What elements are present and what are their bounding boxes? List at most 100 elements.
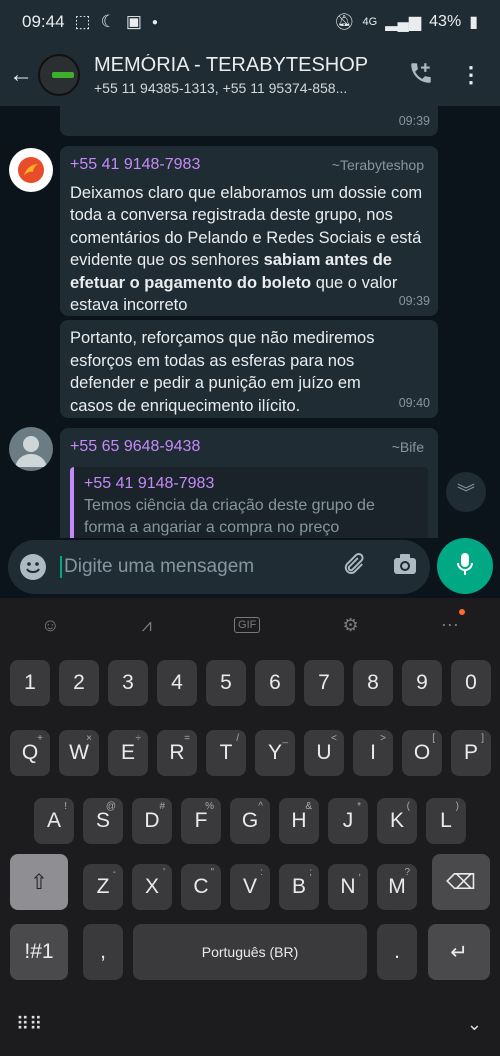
dot-icon: ● <box>151 16 158 28</box>
key-f[interactable]: F% <box>181 798 221 844</box>
key-k[interactable]: K( <box>377 798 417 844</box>
key-e-alt: ÷ <box>135 733 142 744</box>
key-3-label: 3 <box>122 671 134 694</box>
key-e[interactable]: E ÷ <box>108 730 148 776</box>
keyboard-grid-icon[interactable]: ⠿⠿ <box>16 1014 42 1035</box>
sender-phone[interactable]: +55 65 9648-9438 <box>70 436 428 459</box>
key-w[interactable]: W × <box>59 730 99 776</box>
key-v[interactable]: V: <box>230 864 270 910</box>
key-1[interactable]: 1 <box>10 660 50 706</box>
key-0[interactable]: 0 <box>451 660 491 706</box>
key-7[interactable]: 7 <box>304 660 344 706</box>
key-i[interactable]: I > <box>353 730 393 776</box>
key-p-alt: ] <box>481 733 484 744</box>
key-d[interactable]: D # <box>132 798 172 844</box>
key-x-alt: ' <box>163 867 165 878</box>
key-4[interactable]: 4 <box>157 660 197 706</box>
key-s[interactable]: S @ <box>83 798 123 844</box>
sender-pushname: ~Bife <box>391 439 424 455</box>
key-j-label: J <box>342 809 354 832</box>
key-r-alt: = <box>184 733 190 744</box>
attach-icon[interactable] <box>340 551 366 583</box>
group-title: MEMÓRIA - TERABYTESHOP <box>94 54 369 76</box>
quoted-message[interactable]: +55 41 9148-7983 Temos ciência da criaçã… <box>70 466 428 538</box>
key-p[interactable]: P] <box>451 730 491 776</box>
add-call-icon[interactable] <box>408 60 434 91</box>
back-arrow-icon[interactable]: ← <box>4 61 38 89</box>
group-participants: +55 11 94385-1313, +55 11 95374-858... <box>94 80 348 96</box>
key-a[interactable]: A! <box>34 798 74 844</box>
key-6[interactable]: 6 <box>255 660 295 706</box>
key-g[interactable]: G ^ <box>230 798 270 844</box>
space-key[interactable]: Português (BR) <box>133 924 367 980</box>
comma-key[interactable]: , <box>83 924 123 980</box>
key-y[interactable]: Y _ <box>255 730 295 776</box>
enter-key[interactable]: ↵ <box>428 924 490 980</box>
message-bubble[interactable]: 09:39 <box>60 106 438 136</box>
key-b-alt: ; <box>309 867 312 878</box>
more-options-icon[interactable]: ⋮ <box>460 62 482 88</box>
key-f-label: F <box>194 809 208 832</box>
battery-icon: ▮ <box>469 14 478 31</box>
key-h[interactable]: H & <box>279 798 319 844</box>
key-a-label: A <box>46 809 61 832</box>
shift-key[interactable]: ⇧ <box>10 854 68 910</box>
key-t-label: T <box>219 741 233 764</box>
key-n[interactable]: N, <box>328 864 368 910</box>
hide-keyboard-icon[interactable]: ⌄ <box>467 1014 482 1035</box>
microphone-button[interactable] <box>437 538 493 594</box>
compose-box[interactable]: Digite uma mensagem <box>8 540 430 594</box>
key-8-label: 8 <box>367 671 379 694</box>
moon-icon: ☾ <box>100 12 116 31</box>
key-b-label: B <box>291 875 306 898</box>
key-c[interactable]: C " <box>181 864 221 910</box>
keyboard: ☺ ⩘ GIF ⚙ ⋯ 1 2 3 4 5 6 7 8 9 0 Q + W × E ÷ R = T / Y _ U < I > O[… <box>0 598 500 1056</box>
gif-icon[interactable]: GIF <box>234 617 261 633</box>
key-r[interactable]: R = <box>157 730 197 776</box>
key-j[interactable]: J * <box>328 798 368 844</box>
signal-icon: ▂▄▆ <box>385 14 422 31</box>
key-u[interactable]: U < <box>304 730 344 776</box>
message-input[interactable]: Digite uma mensagem <box>60 556 340 578</box>
settings-gear-icon[interactable]: ⚙ <box>343 615 359 636</box>
sticker-icon[interactable]: ⩘ <box>142 615 152 636</box>
message-bubble[interactable]: +55 41 9148-7983 ~Terabyteshop Deixamos … <box>60 146 438 316</box>
key-o[interactable]: O[ <box>402 730 442 776</box>
message-bubble[interactable]: Portanto, reforçamos que não mediremos e… <box>60 320 438 418</box>
period-key[interactable]: . <box>377 924 417 980</box>
group-avatar[interactable] <box>38 54 80 96</box>
emoji-icon[interactable] <box>20 554 46 580</box>
key-l[interactable]: L) <box>426 798 466 844</box>
message-bubble[interactable]: +55 65 9648-9438 ~Bife +55 41 9148-7983 … <box>60 428 438 538</box>
compose-row: Digite uma mensagem <box>0 538 500 598</box>
chat-area[interactable]: 09:39 +55 41 9148-7983 ~Terabyteshop Dei… <box>0 106 500 538</box>
emoji-keyboard-icon[interactable]: ☺ <box>41 615 59 636</box>
mute-icon: 🔕︎ <box>334 14 355 31</box>
key-3[interactable]: 3 <box>108 660 148 706</box>
symbols-key[interactable]: !#1 <box>10 924 68 980</box>
default-avatar-icon[interactable] <box>9 427 53 471</box>
key-8[interactable]: 8 <box>353 660 393 706</box>
backspace-key[interactable]: ⌫ <box>432 854 490 910</box>
scroll-down-icon[interactable]: ︾ <box>446 472 486 512</box>
key-t[interactable]: T / <box>206 730 246 776</box>
key-z[interactable]: Z- <box>83 864 123 910</box>
chat-header[interactable]: ← MEMÓRIA - TERABYTESHOP +55 11 94385-13… <box>0 44 500 106</box>
key-x[interactable]: X ' <box>132 864 172 910</box>
more-toolbar-icon[interactable]: ⋯ <box>441 608 465 636</box>
status-time: 09:44 <box>22 12 65 31</box>
camera-icon[interactable] <box>392 552 418 582</box>
key-m[interactable]: M? <box>377 864 417 910</box>
key-5[interactable]: 5 <box>206 660 246 706</box>
sender-avatar[interactable] <box>9 148 53 192</box>
key-r-label: R <box>169 741 185 764</box>
key-9[interactable]: 9 <box>402 660 442 706</box>
key-c-label: C <box>193 875 209 898</box>
key-b[interactable]: B; <box>279 864 319 910</box>
header-titles[interactable]: MEMÓRIA - TERABYTESHOP +55 11 94385-1313… <box>94 54 384 96</box>
key-2[interactable]: 2 <box>59 660 99 706</box>
keyboard-nav: ⠿⠿ ⌄ <box>0 1000 500 1056</box>
key-i-label: I <box>370 741 376 764</box>
key-q[interactable]: Q + <box>10 730 50 776</box>
period-key-label: . <box>394 940 400 963</box>
